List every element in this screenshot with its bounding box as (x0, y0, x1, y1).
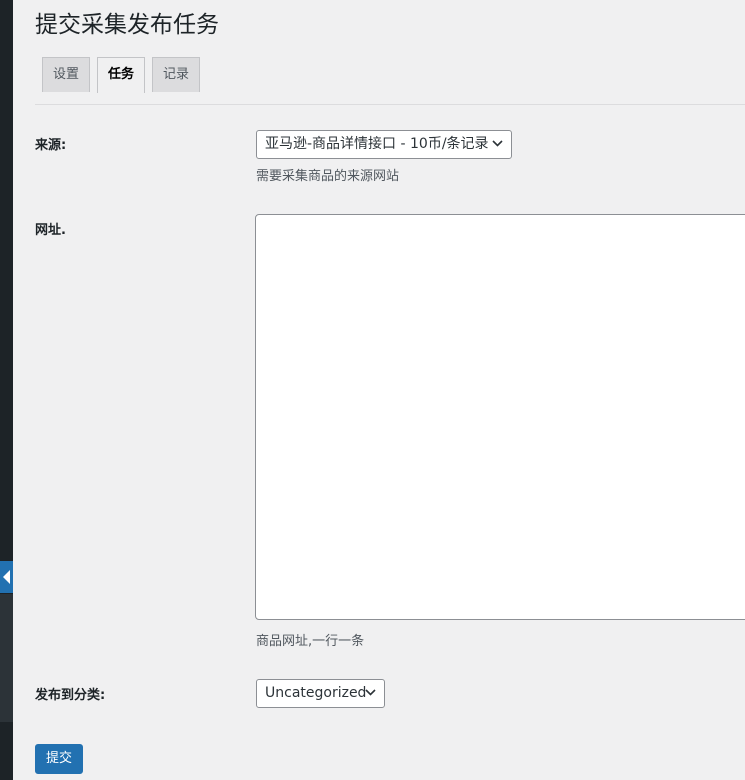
category-select[interactable]: Uncategorized (256, 679, 385, 708)
chevron-down-icon (492, 140, 503, 147)
submit-button[interactable]: 提交 (35, 744, 83, 774)
tab-settings[interactable]: 设置 (42, 57, 91, 92)
tab-records[interactable]: 记录 (152, 57, 201, 92)
collapse-menu-button[interactable] (0, 561, 13, 593)
admin-sidebar-edge (0, 0, 13, 780)
page-title: 提交采集发布任务 (35, 12, 219, 38)
admin-sidebar-lower (0, 594, 13, 722)
urls-textarea[interactable] (255, 214, 745, 620)
source-description: 需要采集商品的来源网站 (256, 169, 400, 184)
urls-label: 网址. (35, 223, 66, 238)
category-label: 发布到分类: (35, 688, 106, 703)
urls-description: 商品网址,一行一条 (256, 634, 365, 649)
tab-bar: 设置 任务 记录 (42, 57, 201, 93)
tab-divider (35, 104, 745, 105)
source-label: 来源: (35, 138, 67, 153)
source-select[interactable]: 亚马逊-商品详情接口 - 10币/条记录 (256, 130, 512, 159)
collapse-arrow-left-icon (3, 570, 10, 584)
source-select-value: 亚马逊-商品详情接口 - 10币/条记录 (265, 136, 489, 152)
category-select-value: Uncategorized (265, 685, 367, 701)
tab-tasks[interactable]: 任务 (97, 57, 146, 93)
chevron-down-icon (365, 689, 376, 696)
